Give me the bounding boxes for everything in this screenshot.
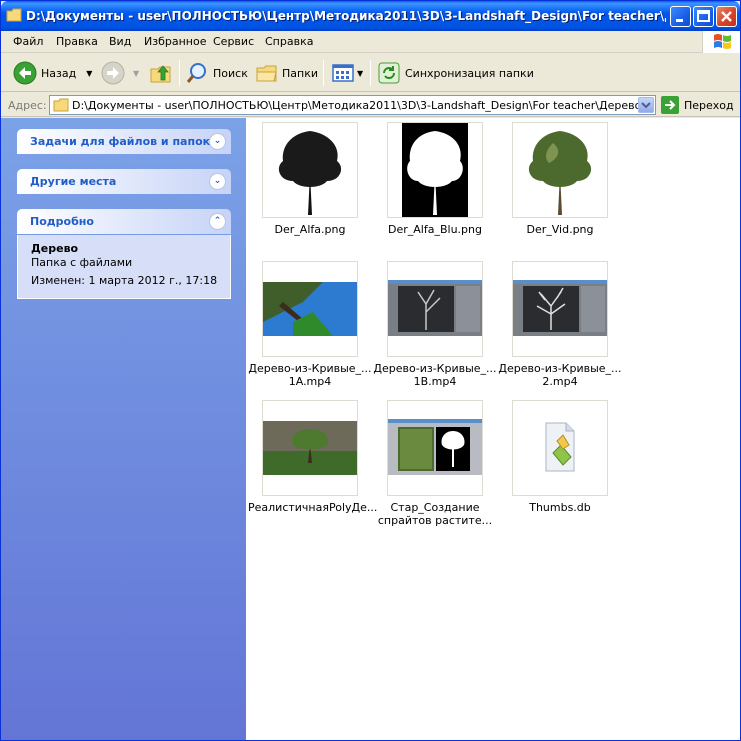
menu-edit[interactable]: Правка (56, 35, 98, 48)
file-thumbnail[interactable] (262, 400, 358, 496)
back-arrow-icon (13, 61, 37, 85)
places-panel-title: Другие места (30, 175, 117, 188)
address-value: D:\Документы - user\ПОЛНОСТЬЮ\Центр\Мето… (72, 99, 642, 112)
folders-label: Папки (282, 66, 318, 80)
collapse-chevron-icon[interactable]: ⌃ (209, 213, 226, 230)
places-panel-header[interactable]: Другие места ⌄ (17, 169, 231, 194)
windows-logo-icon (702, 31, 740, 53)
menu-help[interactable]: Справка (265, 35, 313, 48)
folder-icon (6, 8, 22, 22)
minimize-icon (676, 19, 683, 22)
file-label[interactable]: Дерево-из-Кривые_... 1A.mp4 (248, 362, 372, 388)
expand-chevron-icon[interactable]: ⌄ (209, 133, 226, 150)
file-label[interactable]: Der_Alfa_Blu.png (373, 223, 497, 236)
file-label[interactable]: Дерево-из-Кривые_... 2.mp4 (498, 362, 622, 388)
up-folder-button[interactable] (149, 58, 173, 88)
file-thumbnail[interactable] (387, 400, 483, 496)
tree-silhouette-image (263, 123, 357, 217)
search-label: Поиск (213, 66, 248, 80)
back-label: Назад (41, 66, 77, 80)
tree-alpha-image (402, 123, 468, 217)
views-dropdown-icon[interactable]: ▼ (357, 69, 363, 78)
video-thumbnail-image (388, 280, 482, 336)
file-label[interactable]: РеалистичнаяPolyДе... (248, 501, 377, 514)
close-button[interactable] (716, 6, 737, 27)
explorer-window: D:\Документы - user\ПОЛНОСТЬЮ\Центр\Мето… (0, 0, 741, 741)
detail-type: Папка с файлами (31, 256, 133, 269)
tasks-panel-title: Задачи для файлов и папок (30, 135, 211, 148)
up-folder-icon (150, 65, 171, 83)
detail-modified: Изменен: 1 марта 2012 г., 17:18 (31, 274, 218, 287)
menu-bar: Файл Правка Вид Избранное Сервис Справка (1, 31, 740, 53)
file-thumbnail[interactable] (387, 122, 483, 218)
toolbar-separator (323, 60, 324, 86)
minimize-button[interactable] (670, 6, 691, 27)
folder-icon (53, 98, 69, 112)
task-pane: Задачи для файлов и папок ⌄ Другие места… (1, 118, 246, 740)
file-thumbnail[interactable] (262, 122, 358, 218)
address-dropdown-button[interactable] (638, 97, 654, 113)
file-label[interactable]: Thumbs.db (498, 501, 622, 514)
expand-chevron-icon[interactable]: ⌄ (209, 173, 226, 190)
address-bar: Адрес: D:\Документы - user\ПОЛНОСТЬЮ\Цен… (1, 93, 740, 117)
maximize-icon (697, 10, 710, 22)
go-label: Переход (684, 98, 734, 112)
maximize-button[interactable] (693, 6, 714, 27)
title-bar[interactable]: D:\Документы - user\ПОЛНОСТЬЮ\Центр\Мето… (1, 1, 740, 31)
file-label[interactable]: Der_Vid.png (498, 223, 622, 236)
details-panel-header[interactable]: Подробно ⌃ (17, 209, 231, 234)
menu-favorites[interactable]: Избранное (144, 35, 206, 48)
file-label[interactable]: Дерево-из-Кривые_... 1B.mp4 (373, 362, 497, 388)
toolbar-separator (179, 60, 180, 86)
file-thumbnail[interactable] (387, 261, 483, 357)
forward-button[interactable]: ▼ (101, 58, 139, 88)
folders-icon (256, 65, 277, 82)
file-thumbnail[interactable] (512, 261, 608, 357)
file-thumbnail[interactable] (262, 261, 358, 357)
go-button[interactable]: Переход (661, 96, 734, 114)
toolbar: Назад ▼ ▼ Поиск Папки ▼ Синхронизация па… (1, 54, 740, 92)
chevron-down-icon (641, 102, 651, 109)
file-label[interactable]: Der_Alfa.png (248, 223, 372, 236)
video-thumbnail-image (263, 421, 357, 475)
file-thumbnail[interactable] (512, 400, 608, 496)
menu-tools[interactable]: Сервис (213, 35, 254, 48)
details-panel-body: Дерево Папка с файлами Изменен: 1 марта … (17, 235, 231, 299)
database-file-icon (513, 401, 607, 495)
forward-arrow-icon (101, 61, 125, 85)
folders-button[interactable]: Папки (255, 58, 318, 88)
tasks-panel-header[interactable]: Задачи для файлов и папок ⌄ (17, 129, 231, 154)
address-input[interactable]: D:\Документы - user\ПОЛНОСТЬЮ\Центр\Мето… (49, 95, 656, 115)
details-panel-title: Подробно (30, 215, 94, 228)
window-title: D:\Документы - user\ПОЛНОСТЬЮ\Центр\Мето… (26, 9, 666, 23)
sync-label: Синхронизация папки (405, 66, 534, 80)
toolbar-separator (370, 60, 371, 86)
video-thumbnail-image (513, 280, 607, 336)
menu-file[interactable]: Файл (13, 35, 43, 48)
back-button[interactable]: Назад ▼ (13, 58, 92, 88)
forward-dropdown-icon[interactable]: ▼ (133, 69, 139, 78)
close-icon (721, 11, 732, 22)
go-arrow-icon (661, 96, 679, 114)
back-dropdown-icon[interactable]: ▼ (86, 69, 92, 78)
search-button[interactable]: Поиск (185, 58, 248, 88)
sync-icon (378, 62, 400, 84)
sync-button[interactable]: Синхронизация папки (377, 58, 534, 88)
video-thumbnail-image (263, 282, 357, 336)
detail-name: Дерево (31, 242, 79, 255)
menu-view[interactable]: Вид (109, 35, 131, 48)
video-thumbnail-image (388, 419, 482, 475)
views-icon (332, 64, 354, 82)
file-label[interactable]: Стар_Создание спрайтов растите... (373, 501, 497, 527)
file-list: Der_Alfa.png Der_Alfa_Blu.png Der_Vid.pn… (246, 118, 740, 740)
address-label: Адрес: (8, 99, 47, 112)
tree-color-image (513, 123, 607, 217)
search-icon (186, 63, 206, 83)
file-thumbnail[interactable] (512, 122, 608, 218)
views-button[interactable]: ▼ (331, 58, 363, 88)
